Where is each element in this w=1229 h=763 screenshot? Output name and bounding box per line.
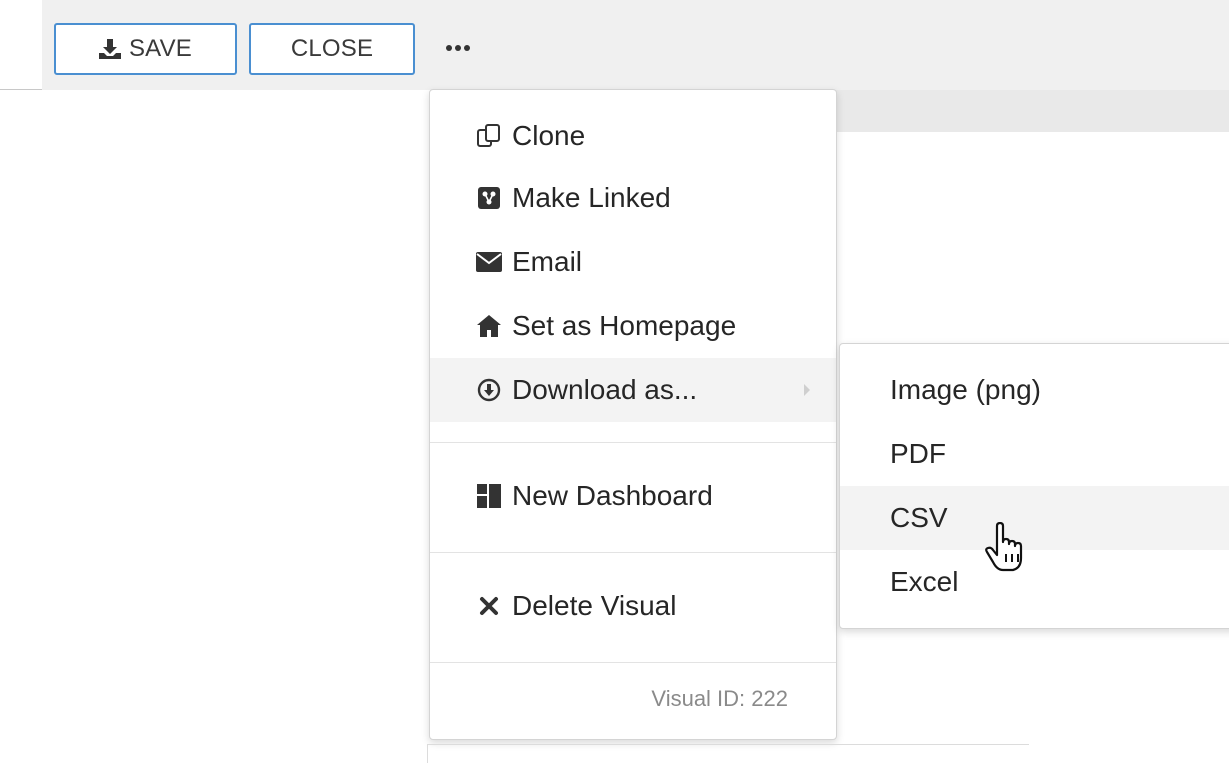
visual-header-strip xyxy=(836,90,1229,132)
menu-item-make-linked[interactable]: Make Linked xyxy=(430,166,836,230)
more-options-icon[interactable] xyxy=(446,42,474,54)
menu-divider xyxy=(430,442,836,443)
close-button[interactable]: CLOSE xyxy=(249,23,415,75)
close-icon xyxy=(476,593,502,619)
menu-divider xyxy=(430,552,836,553)
background-line xyxy=(427,744,1029,745)
submenu-item-pdf[interactable]: PDF xyxy=(840,422,1229,486)
menu-item-email[interactable]: Email xyxy=(430,230,836,294)
menu-item-label: Delete Visual xyxy=(512,590,677,621)
submenu-item-label: PDF xyxy=(890,438,946,469)
submenu-item-csv[interactable]: CSV xyxy=(840,486,1229,550)
menu-item-label: Download as... xyxy=(512,374,698,405)
visual-id-text: Visual ID: 222 xyxy=(651,686,788,711)
envelope-icon xyxy=(476,249,502,275)
menu-divider xyxy=(430,662,836,663)
dashboard-icon xyxy=(476,483,502,509)
menu-item-label: New Dashboard xyxy=(512,480,713,511)
menu-item-new-dashboard[interactable]: New Dashboard xyxy=(430,464,836,528)
save-button-label: SAVE xyxy=(128,35,193,62)
menu-item-label: Email xyxy=(512,246,583,277)
clone-icon xyxy=(476,123,502,149)
divider-line xyxy=(0,89,42,90)
download-circle-icon xyxy=(476,377,502,403)
linked-icon xyxy=(476,185,502,211)
menu-item-label: Clone xyxy=(512,120,586,151)
submenu-item-excel[interactable]: Excel xyxy=(840,550,1229,614)
menu-item-download-as[interactable]: Download as... xyxy=(430,358,836,422)
submenu-item-label: CSV xyxy=(890,502,948,533)
hand-pointer-icon xyxy=(985,522,1023,572)
menu-item-set-homepage[interactable]: Set as Homepage xyxy=(430,294,836,358)
submenu-item-label: Excel xyxy=(890,566,959,597)
close-button-label: CLOSE xyxy=(290,35,374,62)
save-button[interactable]: SAVE xyxy=(54,23,237,75)
home-icon xyxy=(476,313,502,339)
menu-item-delete-visual[interactable]: Delete Visual xyxy=(430,574,836,638)
submenu-arrow-icon xyxy=(804,384,810,396)
menu-item-clone[interactable]: Clone xyxy=(430,104,836,168)
visual-actions-menu: Clone Make Linked Email Set as Homepage … xyxy=(429,89,837,740)
background-line xyxy=(427,744,428,763)
download-icon xyxy=(98,39,121,59)
menu-item-label: Make Linked xyxy=(512,182,671,213)
submenu-item-label: Image (png) xyxy=(890,374,1041,405)
submenu-item-image-png[interactable]: Image (png) xyxy=(840,358,1229,422)
menu-item-label: Set as Homepage xyxy=(512,310,737,341)
download-submenu: Image (png) PDF CSV Excel xyxy=(839,343,1229,629)
